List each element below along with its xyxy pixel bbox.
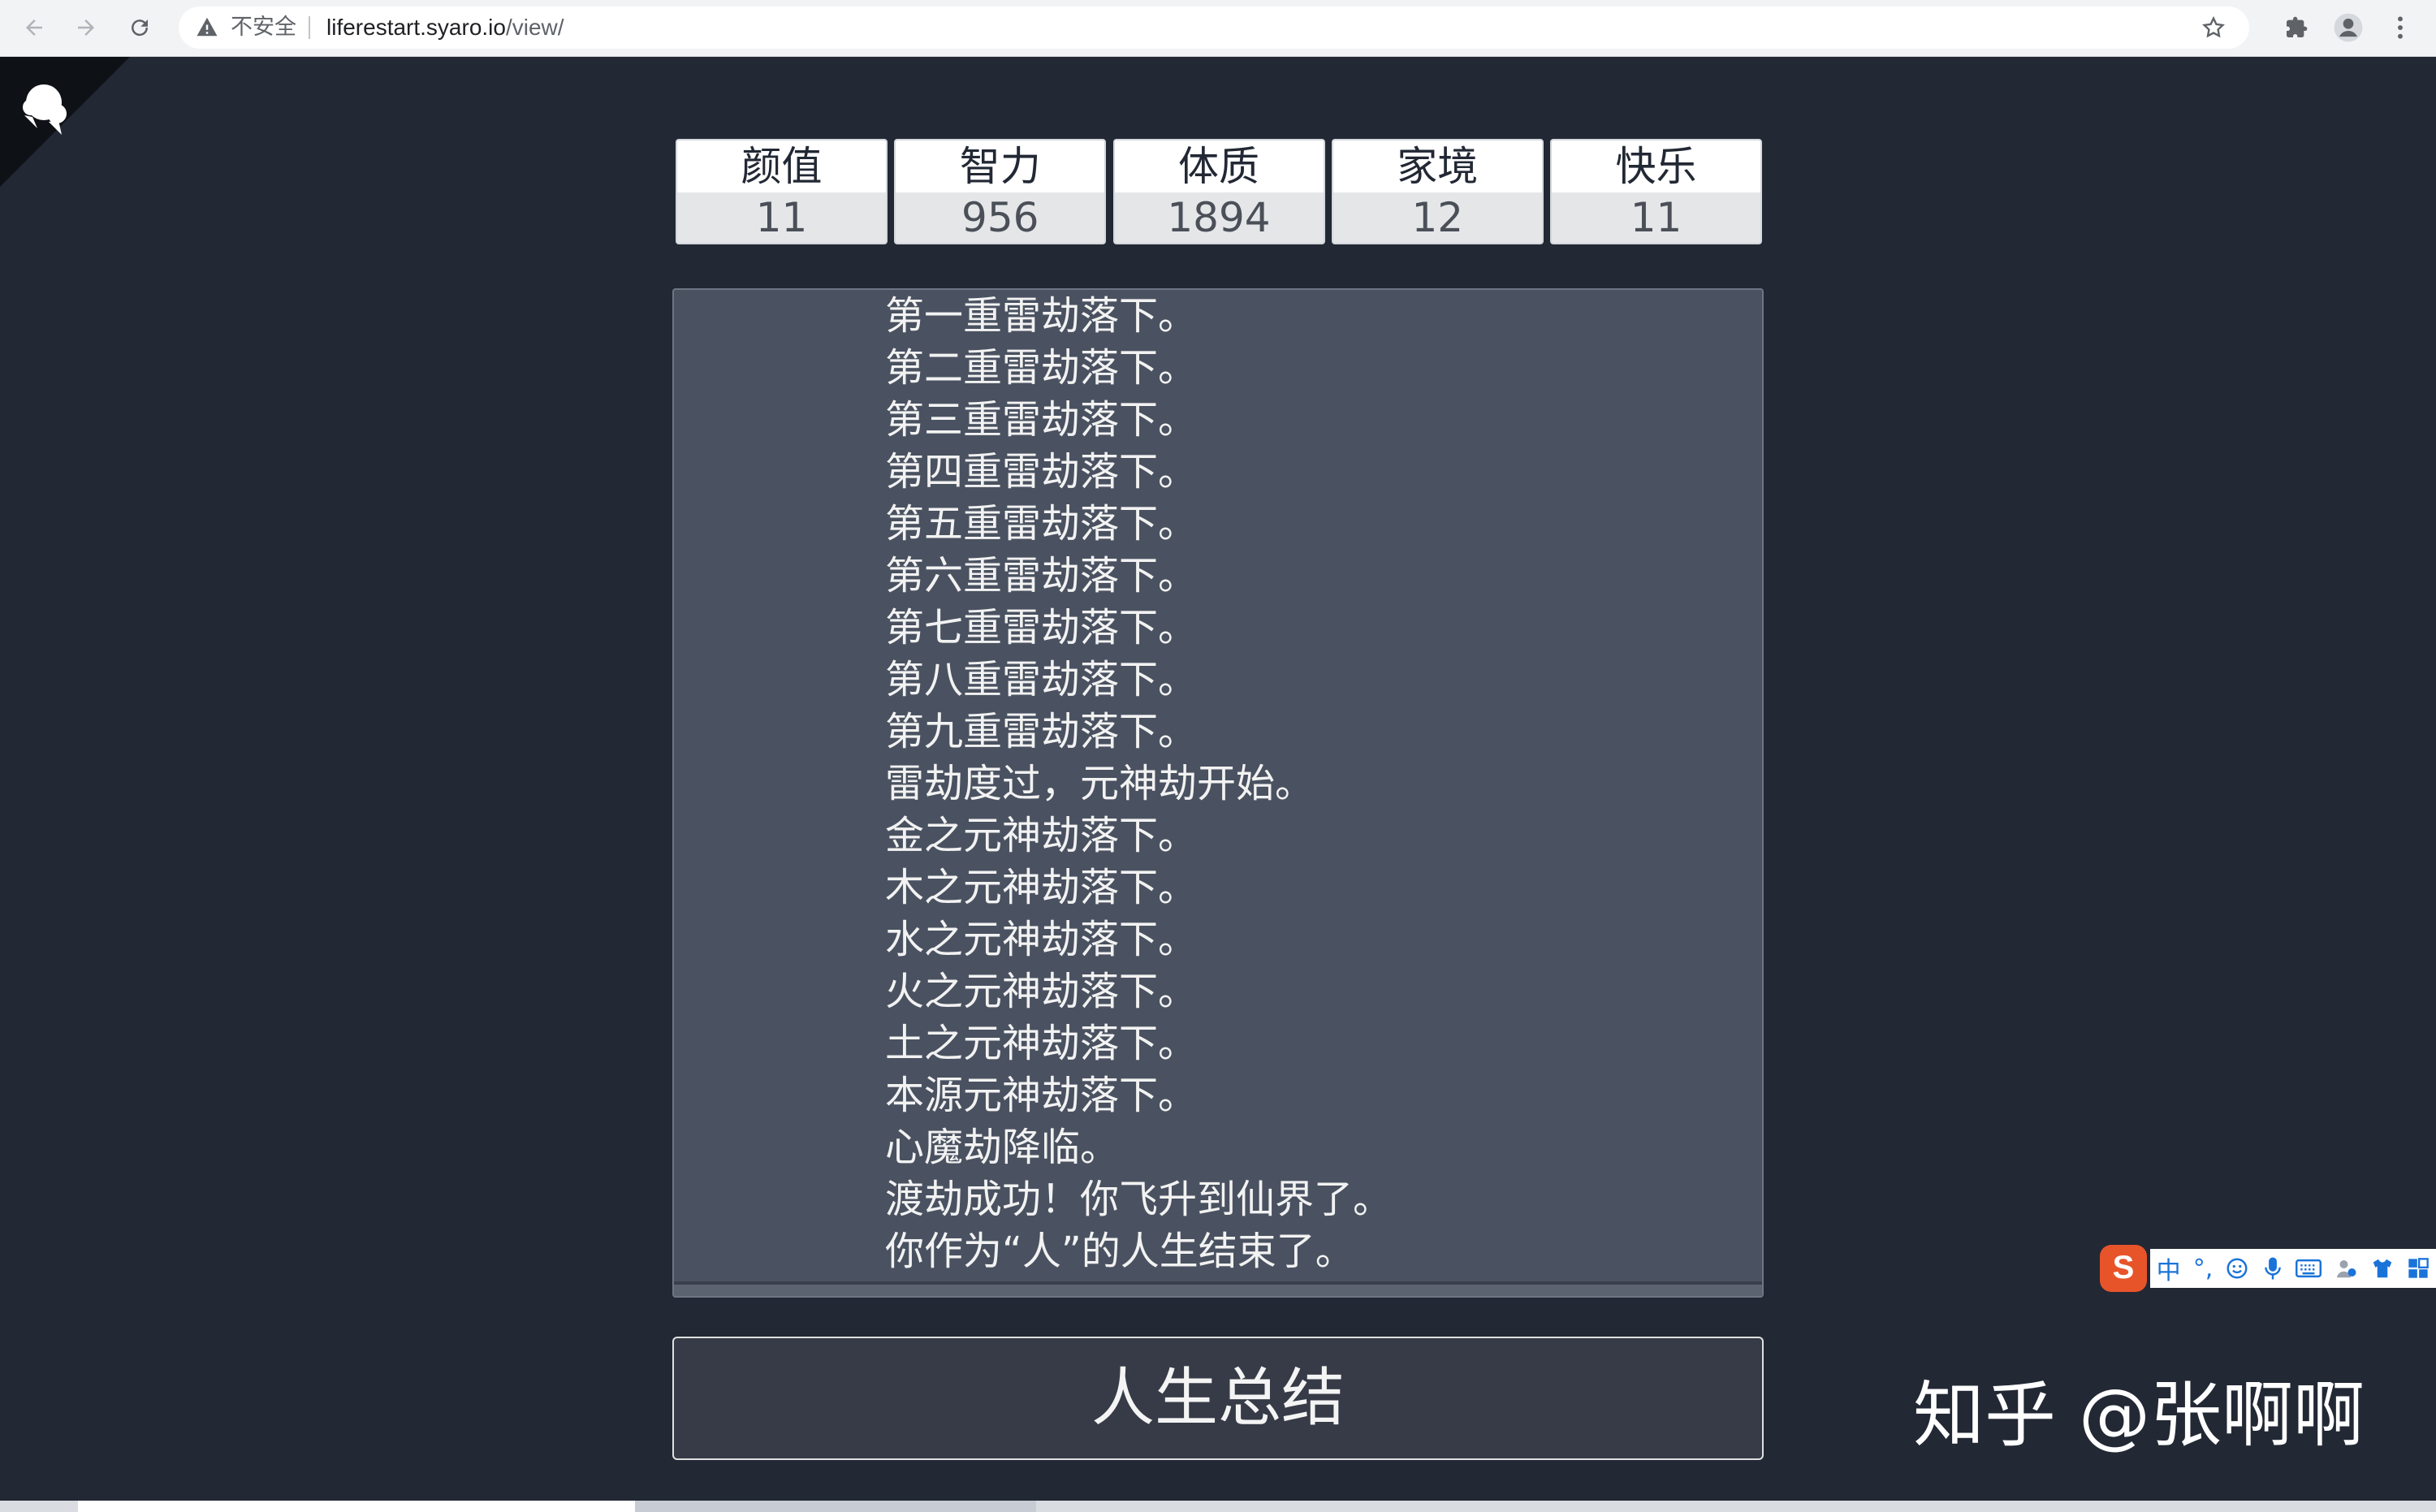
bottom-strip (0, 1501, 2436, 1512)
stat-value: 11 (677, 192, 886, 243)
log-line: 第三重雷劫落下。 (885, 397, 1198, 443)
user-icon[interactable] (2334, 1256, 2358, 1281)
extensions-puzzle-icon[interactable] (2280, 11, 2313, 44)
skin-shirt-icon[interactable] (2370, 1256, 2395, 1281)
log-line: 第四重雷劫落下。 (885, 449, 1198, 495)
ime-bar: 中 °, (2150, 1249, 2436, 1288)
warning-icon (197, 17, 218, 37)
url-host: liferestart.syaro.io (326, 15, 506, 40)
punctuation-icon[interactable]: °, (2193, 1255, 2214, 1283)
log-line: 你作为“人”的人生结束了。 (885, 1229, 1354, 1274)
corner-logo-icon[interactable] (0, 57, 130, 187)
security-label: 不安全 (231, 15, 296, 40)
log-line: 金之元神劫落下。 (885, 813, 1198, 858)
browser-toolbar: 不安全 liferestart.syaro.io/view/ (0, 0, 2436, 57)
menu-dots-icon[interactable] (2384, 11, 2417, 44)
attribute-stats: 颜值 11 智力 956 体质 1894 家境 12 快乐 11 (676, 139, 1762, 244)
life-summary-button[interactable]: 人生总结 (672, 1337, 1764, 1460)
stat-label: 智力 (896, 140, 1105, 192)
stat-value: 11 (1552, 192, 1760, 243)
log-line: 木之元神劫落下。 (885, 865, 1198, 910)
log-line: 第一重雷劫落下。 (885, 293, 1198, 339)
log-line: 第六重雷劫落下。 (885, 553, 1198, 598)
stat-value: 12 (1332, 192, 1542, 243)
stat-happiness: 快乐 11 (1550, 139, 1762, 244)
log-line: 第二重雷劫落下。 (885, 345, 1198, 391)
microphone-icon[interactable] (2262, 1255, 2283, 1281)
log-lines: 第一重雷劫落下。 第二重雷劫落下。 第三重雷劫落下。 第四重雷劫落下。 第五重雷劫落下。… (885, 290, 1392, 1277)
address-bar[interactable]: 不安全 liferestart.syaro.io/view/ (179, 6, 2249, 49)
url-text: liferestart.syaro.io/view/ (326, 15, 564, 41)
stat-intelligence: 智力 956 (894, 139, 1107, 244)
log-line: 渡劫成功！你飞升到仙界了。 (885, 1177, 1393, 1222)
back-arrow-icon[interactable] (16, 10, 52, 45)
star-icon[interactable] (2201, 15, 2227, 41)
log-line: 第五重雷劫落下。 (885, 501, 1198, 546)
bottom-strip-segment (635, 1501, 1036, 1512)
log-line: 雷劫度过，元神劫开始。 (885, 761, 1315, 806)
profile-avatar-icon[interactable] (2332, 11, 2365, 44)
log-line: 土之元神劫落下。 (885, 1021, 1198, 1066)
ime-mode[interactable]: 中 (2157, 1251, 2181, 1286)
stat-label: 体质 (1114, 140, 1324, 192)
sogou-logo-icon[interactable]: S (2100, 1245, 2147, 1292)
toolbox-grid-icon[interactable] (2407, 1257, 2430, 1280)
stat-appearance: 颜值 11 (676, 139, 888, 244)
stat-label: 颜值 (677, 140, 886, 192)
bottom-strip-segment (78, 1501, 635, 1512)
log-line: 心魔劫降临。 (885, 1125, 1120, 1170)
log-line: 本源元神劫落下。 (885, 1073, 1198, 1118)
log-line: 第七重雷劫落下。 (885, 605, 1198, 650)
log-line: 水之元神劫落下。 (885, 917, 1198, 962)
stat-constitution: 体质 1894 (1112, 139, 1325, 244)
stat-label: 家境 (1332, 140, 1542, 192)
stat-label: 快乐 (1552, 140, 1760, 192)
address-separator (309, 16, 310, 39)
stat-family: 家境 12 (1331, 139, 1544, 244)
stat-value: 956 (896, 192, 1105, 243)
keyboard-icon[interactable] (2295, 1258, 2322, 1279)
zhihu-watermark: 知乎 @张啊啊 (1913, 1373, 2365, 1457)
emoji-icon[interactable] (2225, 1256, 2249, 1281)
ime-toolbar[interactable]: S 中 °, (2100, 1244, 2436, 1293)
log-scrollbar[interactable] (674, 1281, 1762, 1296)
forward-arrow-icon[interactable] (68, 10, 104, 45)
log-line: 第八重雷劫落下。 (885, 657, 1198, 702)
log-line: 第九重雷劫落下。 (885, 709, 1198, 754)
stat-value: 1894 (1114, 192, 1324, 243)
life-event-log[interactable]: 第一重雷劫落下。 第二重雷劫落下。 第三重雷劫落下。 第四重雷劫落下。 第五重雷劫落下。… (672, 288, 1764, 1298)
log-line: 火之元神劫落下。 (885, 969, 1198, 1014)
reload-icon[interactable] (122, 10, 158, 45)
url-path: /view/ (505, 15, 564, 40)
